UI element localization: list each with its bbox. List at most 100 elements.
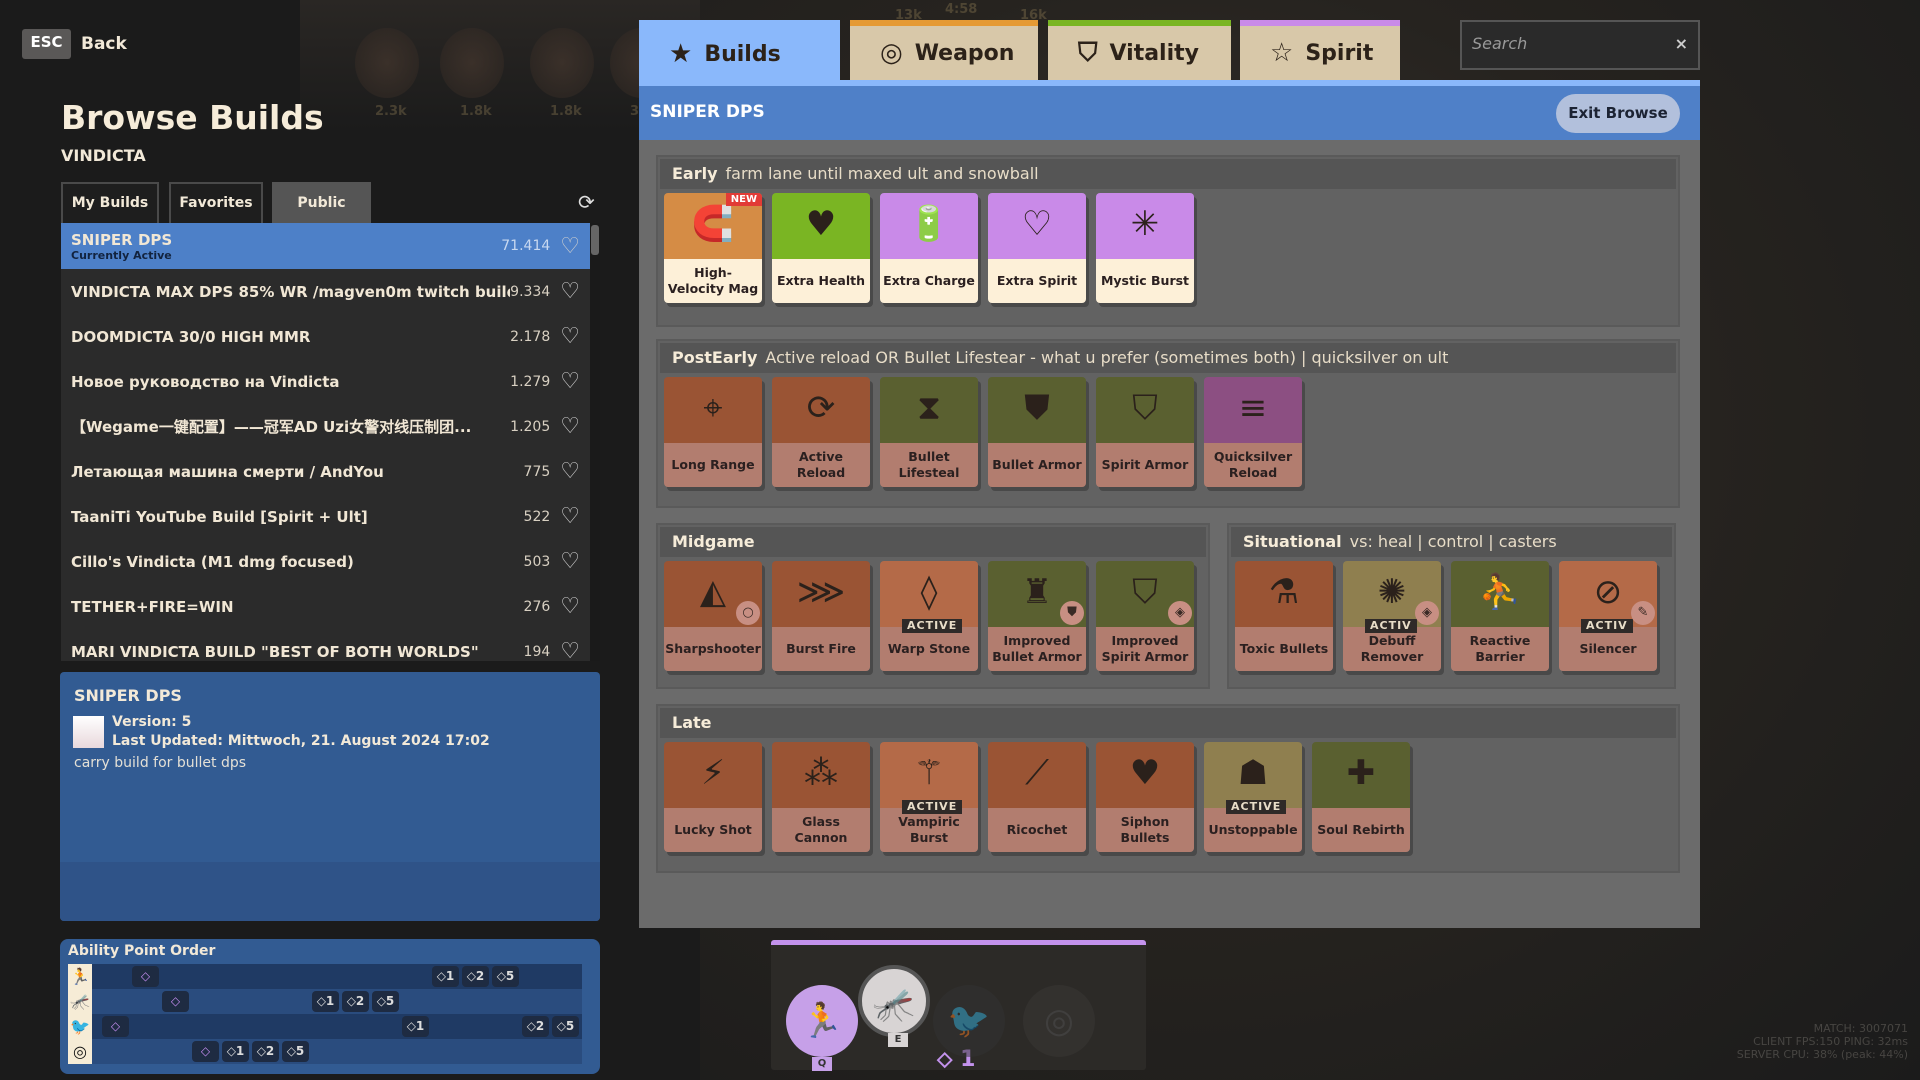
build-list-scrollbar[interactable]	[590, 223, 600, 661]
build-list-item[interactable]: MARI VINDICTA BUILD "BEST OF BOTH WORLDS…	[61, 629, 590, 661]
detail-updated: Last Updated: Mittwoch, 21. August 2024 …	[112, 733, 490, 749]
item-card[interactable]: ♥ Siphon Bullets	[1096, 742, 1194, 852]
item-card[interactable]: 🧲 NEW High-Velocity Mag	[664, 193, 762, 303]
build-list-item[interactable]: DOOMDICTA 30/0 HIGH MMR 2.178 ♡	[61, 314, 590, 359]
heart-icon[interactable]: ♡	[560, 414, 580, 439]
build-title: Cillo's Vindicta (M1 dmg focused)	[71, 552, 354, 571]
ability-point-cell: ◇	[162, 991, 189, 1012]
refresh-icon[interactable]: ⟳	[578, 190, 595, 214]
back-button[interactable]: Back	[81, 34, 127, 54]
favorite-count: 276	[523, 598, 551, 615]
item-icon: ⌖	[703, 388, 723, 428]
ability-slot[interactable]: 🦟 E	[858, 965, 930, 1047]
heart-icon[interactable]: ♡	[560, 549, 580, 574]
ability-slot[interactable]: 🏃 Q	[786, 985, 858, 1071]
heart-icon[interactable]: ♡	[560, 459, 580, 484]
match-timer: 4:58	[945, 2, 978, 17]
heart-icon[interactable]: ♡	[560, 279, 580, 304]
item-card[interactable]: ✺ ACTIV ◈ Debuff Remover	[1343, 561, 1441, 671]
build-name: 【Wegame一键配置】——冠军AD Uzi女警对线压制团...	[71, 416, 510, 437]
build-list: SNIPER DPS Currently Active 71.414 ♡ VINDICT…	[61, 223, 590, 661]
build-list-item[interactable]: SNIPER DPS Currently Active 71.414 ♡	[61, 223, 590, 269]
favorite-count: 2.178	[510, 328, 551, 345]
item-icon-area: 🔋	[880, 193, 978, 259]
item-card[interactable]: ✚ Soul Rebirth	[1312, 742, 1410, 852]
search-input[interactable]: Search ×	[1460, 20, 1700, 70]
item-card[interactable]: ♜ ⛊ Improved Bullet Armor	[988, 561, 1086, 671]
item-card[interactable]: ⛉ ◈ Improved Spirit Armor	[1096, 561, 1194, 671]
item-card[interactable]: ⛊ Bullet Armor	[988, 377, 1086, 487]
ability-order-row: ◎ ◇ ◇1 ◇2 ◇5	[68, 1039, 582, 1064]
item-card[interactable]: ⚗ Toxic Bullets	[1235, 561, 1333, 671]
item-card[interactable]: ⟳ Active Reload	[772, 377, 870, 487]
heart-icon[interactable]: ♡	[560, 234, 580, 259]
heart-icon[interactable]: ♡	[560, 369, 580, 394]
heart-icon[interactable]: ♡	[560, 639, 580, 661]
upgrade-from-icon: ○	[736, 601, 760, 625]
item-icon: 🔋	[907, 204, 951, 244]
item-card[interactable]: ◭ ○ Sharpshooter	[664, 561, 762, 671]
ability-icon: 🐦	[947, 1001, 991, 1041]
item-card[interactable]: ⚡ Lucky Shot	[664, 742, 762, 852]
build-list-item[interactable]: VINDICTA MAX DPS 85% WR /magven0m twitch…	[61, 269, 590, 314]
item-name: Active Reload	[772, 443, 870, 487]
exit-browse-button[interactable]: Exit Browse	[1556, 94, 1680, 133]
item-name: Quicksilver Reload	[1204, 443, 1302, 487]
build-list-item[interactable]: Новое руководство на Vindicta 1.279 ♡	[61, 359, 590, 404]
item-icon-area: ⚗	[1235, 561, 1333, 627]
active-badge: ACTIVE	[902, 800, 963, 814]
item-card[interactable]: ♥ Extra Health	[772, 193, 870, 303]
item-card[interactable]: ♡ Extra Spirit	[988, 193, 1086, 303]
section-situational: Situational vs: heal | control | casters ⚗…	[1227, 523, 1676, 689]
build-list-item[interactable]: TaaniTi YouTube Build [Spirit + Ult] 522 ♡	[61, 494, 590, 539]
item-card[interactable]: ◊ ACTIVE Warp Stone	[880, 561, 978, 671]
heart-icon[interactable]: ♡	[560, 324, 580, 349]
item-card[interactable]: ≡ Quicksilver Reload	[1204, 377, 1302, 487]
heart-icon[interactable]: ♡	[560, 594, 580, 619]
item-card[interactable]: ⟋ Ricochet	[988, 742, 1086, 852]
tab-builds[interactable]: ★ Builds	[639, 20, 840, 82]
item-icon-area: ⊘ ACTIV ✎	[1559, 561, 1657, 633]
detail-title: SNIPER DPS	[74, 686, 182, 705]
tab-vitality[interactable]: ⛉ Vitality	[1048, 20, 1231, 80]
item-card[interactable]: 🔋 Extra Charge	[880, 193, 978, 303]
esc-key[interactable]: ESC	[22, 29, 71, 59]
ability-slot[interactable]: ◎	[1023, 985, 1095, 1057]
tab-my-builds[interactable]: My Builds	[61, 182, 159, 223]
tab-favorites[interactable]: Favorites	[169, 182, 263, 223]
item-card[interactable]: ⛹ Reactive Barrier	[1451, 561, 1549, 671]
item-icon: ♥	[1129, 753, 1161, 793]
build-list-item[interactable]: Cillo's Vindicta (M1 dmg focused) 503 ♡	[61, 539, 590, 584]
item-card[interactable]: ☗ ACTIVE Unstoppable	[1204, 742, 1302, 852]
item-name: Bullet Armor	[988, 443, 1086, 487]
tab-spirit[interactable]: ☆ Spirit	[1240, 20, 1400, 80]
favorite-count: 1.279	[510, 373, 551, 390]
build-title: Новое руководство на Vindicta	[71, 372, 340, 391]
build-list-item[interactable]: 【Wegame一键配置】——冠军AD Uzi女警对线压制团... 1.205 ♡	[61, 404, 590, 449]
ability-key: Q	[812, 1057, 832, 1071]
page-title: Browse Builds	[61, 98, 324, 137]
item-card[interactable]: ✳ Mystic Burst	[1096, 193, 1194, 303]
build-title: TaaniTi YouTube Build [Spirit + Ult]	[71, 507, 368, 526]
build-title: VINDICTA MAX DPS 85% WR /magven0m twitch…	[71, 282, 511, 301]
tab-weapon[interactable]: ◎ Weapon	[850, 20, 1038, 80]
ability-slot[interactable]: 🐦	[933, 985, 1005, 1057]
heart-icon[interactable]: ♡	[560, 504, 580, 529]
item-card[interactable]: ⁂ Glass Cannon	[772, 742, 870, 852]
item-card[interactable]: ⋙ Burst Fire	[772, 561, 870, 671]
item-icon: ⛉	[1132, 388, 1158, 428]
item-icon-area: ⋙	[772, 561, 870, 627]
tab-public[interactable]: Public	[272, 182, 371, 223]
clear-search-icon[interactable]: ×	[1675, 34, 1688, 53]
build-list-item[interactable]: Летающая машина смерти / AndYou 775 ♡	[61, 449, 590, 494]
ability-icon: ◎	[1044, 1001, 1074, 1041]
item-card[interactable]: ⧗ Bullet Lifesteal	[880, 377, 978, 487]
section-title: PostEarly	[672, 348, 758, 367]
item-icon-area: ⁂	[772, 742, 870, 808]
item-card[interactable]: ⚚ ACTIVE Vampiric Burst	[880, 742, 978, 852]
build-list-item[interactable]: TETHER+FIRE=WIN 276 ♡	[61, 584, 590, 629]
item-card[interactable]: ⛉ Spirit Armor	[1096, 377, 1194, 487]
item-card[interactable]: ⊘ ACTIV ✎ Silencer	[1559, 561, 1657, 671]
item-name: Sharpshooter	[664, 627, 762, 671]
item-card[interactable]: ⌖ Long Range	[664, 377, 762, 487]
